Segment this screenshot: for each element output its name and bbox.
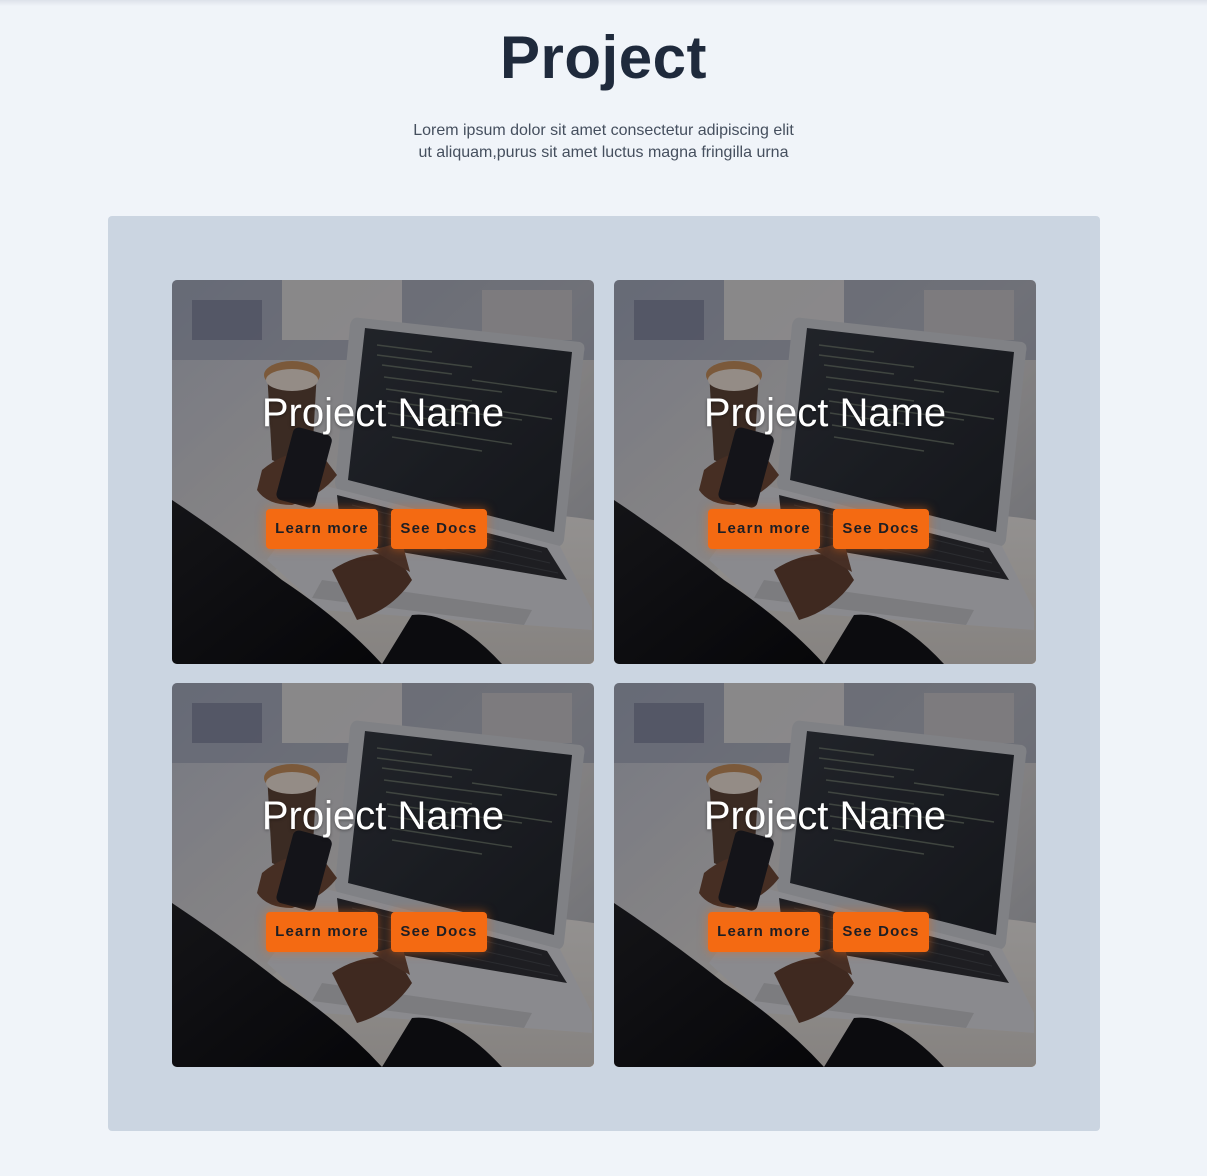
image-overlay <box>614 683 1036 1067</box>
subtitle-line-2: ut aliquam,purus sit amet luctus magna f… <box>418 144 789 161</box>
see-docs-button[interactable]: See Docs <box>391 509 487 549</box>
project-card: Project Name Learn more See Docs <box>614 683 1036 1067</box>
learn-more-button[interactable]: Learn more <box>708 912 820 952</box>
project-name: Project Name <box>261 794 505 838</box>
see-docs-button[interactable]: See Docs <box>833 509 929 549</box>
subtitle-line-1: Lorem ipsum dolor sit amet consectetur a… <box>413 122 794 139</box>
project-name: Project Name <box>703 391 947 435</box>
image-overlay <box>614 280 1036 664</box>
project-name: Project Name <box>703 794 947 838</box>
learn-more-button[interactable]: Learn more <box>266 912 378 952</box>
image-overlay <box>172 280 594 664</box>
project-card: Project Name Learn more See Docs <box>614 280 1036 664</box>
see-docs-button[interactable]: See Docs <box>833 912 929 952</box>
project-card: Project Name Learn more See Docs <box>172 683 594 1067</box>
page-subtitle: Lorem ipsum dolor sit amet consectetur a… <box>350 120 857 164</box>
page-title: Project <box>500 24 707 91</box>
learn-more-button[interactable]: Learn more <box>708 509 820 549</box>
learn-more-button[interactable]: Learn more <box>266 509 378 549</box>
header-shadow <box>0 0 1207 6</box>
project-card: Project Name Learn more See Docs <box>172 280 594 664</box>
see-docs-button[interactable]: See Docs <box>391 912 487 952</box>
project-name: Project Name <box>261 391 505 435</box>
project-gallery: Project Name Learn more See Docs Project… <box>108 216 1100 1131</box>
image-overlay <box>172 683 594 1067</box>
